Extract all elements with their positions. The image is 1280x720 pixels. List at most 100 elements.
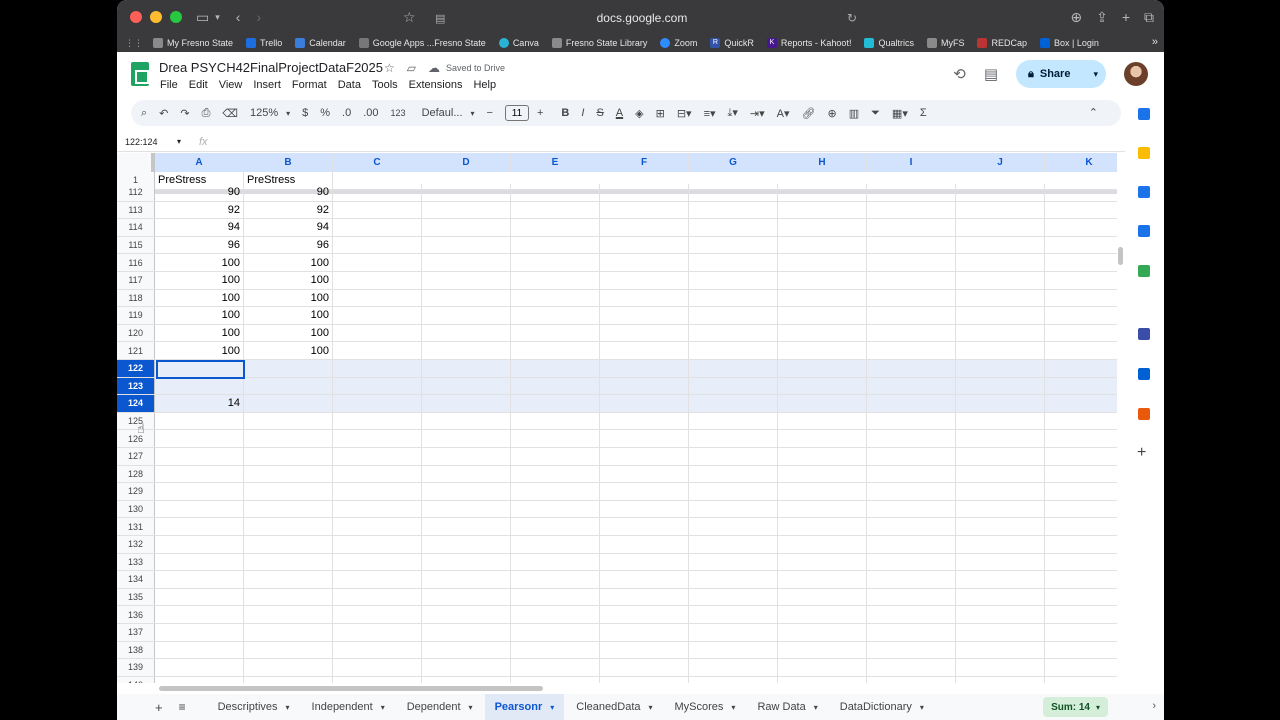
share-page-icon[interactable]: ⇪ [1096,9,1108,26]
undo-icon[interactable]: ↶ [159,107,168,120]
grid-cell[interactable] [956,342,1045,359]
grid-cell[interactable] [689,236,778,254]
all-sheets-icon[interactable]: ≡ [179,700,186,714]
grid-cell[interactable] [511,500,600,518]
grid-cell[interactable] [422,395,511,412]
keep-icon[interactable] [1138,147,1150,159]
grid-cell[interactable] [155,360,244,377]
grid-cell[interactable] [600,342,689,359]
row-number[interactable]: 124 [117,395,155,412]
column-header-c[interactable]: C [333,153,422,172]
grid-cell[interactable] [333,641,422,659]
grid-cell[interactable] [511,553,600,571]
grid-cell[interactable] [956,184,1045,201]
grid-cell[interactable] [778,201,867,219]
select-all-corner[interactable] [117,153,155,172]
back-icon[interactable]: ‹ [236,9,241,25]
grid-cell[interactable] [333,289,422,307]
grid-cell[interactable] [867,377,956,395]
sum-explore-button[interactable]: Sum: 14 ▾ [1043,697,1108,717]
grid-cell[interactable] [155,483,244,500]
grid-cell[interactable] [511,395,600,412]
grid-cell[interactable] [689,571,778,588]
grid-cell[interactable] [422,412,511,430]
grid-cell[interactable]: 94 [244,219,333,236]
grid-cell[interactable] [333,272,422,289]
grid-cell[interactable] [333,624,422,641]
column-header-g[interactable]: G [689,153,778,172]
grid-cell[interactable] [511,236,600,254]
grid-cell[interactable] [422,571,511,588]
grid-cell[interactable] [778,289,867,307]
text-wrap-icon[interactable]: ⇥▾ [750,107,765,120]
grid-cell[interactable] [956,553,1045,571]
bookmark-library[interactable]: Fresno State Library [551,38,647,48]
grid-cell[interactable] [956,676,1045,683]
grid-cell[interactable] [778,219,867,236]
bookmark-star-icon[interactable]: ☆ [403,9,416,26]
paint-format-icon[interactable]: ⌫ [222,107,238,120]
grid-cell[interactable] [689,360,778,377]
grid-cell[interactable] [422,360,511,377]
row-number[interactable]: 135 [117,588,155,606]
grid-cell[interactable] [778,536,867,553]
grid-cell[interactable] [155,536,244,553]
grid-cell[interactable] [422,465,511,483]
row-number[interactable]: 123 [117,377,155,395]
grid-cell[interactable] [600,571,689,588]
chevron-down-icon[interactable]: ▾ [550,703,554,712]
grid-cell[interactable] [244,676,333,683]
bookmark-redcap[interactable]: REDCap [977,38,1027,48]
grid-cell[interactable] [511,377,600,395]
column-header-h[interactable]: H [778,153,867,172]
row-number[interactable]: 119 [117,307,155,324]
grid-cell[interactable] [956,571,1045,588]
grid-cell[interactable] [422,324,511,342]
grid-cell[interactable] [1045,202,1117,219]
grid-cell[interactable] [778,588,867,606]
bookmark-canva[interactable]: Canva [498,38,539,48]
grid-cell[interactable] [155,500,244,518]
grid-cell[interactable]: 100 [244,342,333,359]
grid-cell[interactable] [511,201,600,219]
grid-cell[interactable] [155,518,244,535]
grid-cell[interactable] [333,430,422,447]
horizontal-align-icon[interactable]: ≡▾ [704,107,716,120]
grid-cell[interactable] [1045,307,1117,324]
grid-cell[interactable] [1045,501,1117,518]
grid-cell[interactable] [244,536,333,553]
grid-cell[interactable] [867,588,956,606]
grid-cell[interactable] [511,184,600,201]
column-header-f[interactable]: F [600,153,689,172]
grid-cell[interactable] [867,483,956,500]
grid-cell[interactable] [333,571,422,588]
forward-icon[interactable]: › [256,9,261,25]
grid-cell[interactable] [689,553,778,571]
grid-cell[interactable] [600,518,689,535]
grid-cell[interactable] [244,448,333,465]
grid-cell[interactable] [778,360,867,377]
grid-cell[interactable]: 92 [155,201,244,219]
grid-cell[interactable] [600,659,689,676]
grid-cell[interactable] [778,184,867,201]
grid-cell[interactable] [155,430,244,447]
bookmark-calendar[interactable]: Calendar [295,38,346,48]
grid-cell[interactable]: 100 [244,307,333,324]
grid-cell[interactable]: 100 [155,307,244,324]
grid-cell[interactable] [155,571,244,588]
row-number[interactable]: 136 [117,606,155,623]
tab-myscores[interactable]: MyScores ▾ [665,694,746,720]
tab-raw-data[interactable]: Raw Data ▾ [747,694,827,720]
grid-cell[interactable] [867,184,956,201]
format-currency-button[interactable]: $ [302,107,308,119]
column-header-d[interactable]: D [422,153,511,172]
grid-cell[interactable]: 90 [244,184,333,201]
menu-tools[interactable]: Tools [372,79,398,91]
grid-cell[interactable] [778,272,867,289]
chevron-down-icon[interactable]: ▾ [1093,69,1098,80]
grid-cell[interactable] [155,465,244,483]
address-bar[interactable]: ▤ docs.google.com ↻ [427,7,857,29]
grid-cell[interactable] [867,641,956,659]
grid-cell[interactable] [511,360,600,377]
grid-cell[interactable] [333,606,422,623]
